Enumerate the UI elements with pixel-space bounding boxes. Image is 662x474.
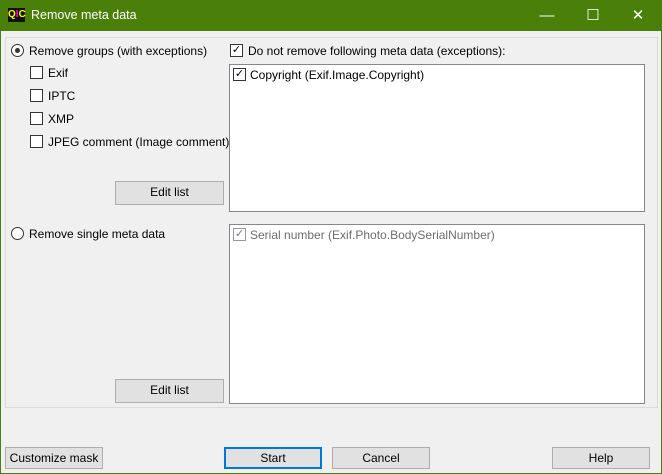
- remove-meta-data-dialog: QIC Remove meta data — ☐ ✕ Remove groups…: [1, 0, 661, 473]
- iptc-checkbox[interactable]: [30, 89, 43, 102]
- edit-single-list-button[interactable]: Edit list: [115, 379, 224, 403]
- app-logo-icon: QIC: [8, 8, 26, 22]
- exif-checkbox[interactable]: [30, 66, 43, 79]
- exif-label: Exif: [48, 66, 69, 80]
- window-title: Remove meta data: [31, 8, 137, 22]
- jpeg-comment-checkbox[interactable]: [30, 135, 43, 148]
- remove-single-label: Remove single meta data: [29, 227, 166, 241]
- remove-single-radio[interactable]: [11, 227, 24, 240]
- exceptions-checkbox[interactable]: ✓: [230, 44, 243, 57]
- title-bar: QIC Remove meta data — ☐ ✕: [1, 0, 661, 31]
- xmp-checkbox[interactable]: [30, 112, 43, 125]
- copyright-checkbox[interactable]: ✓: [233, 68, 246, 81]
- maximize-icon[interactable]: ☐: [570, 0, 616, 31]
- help-button[interactable]: Help: [552, 447, 650, 469]
- exceptions-list[interactable]: ✓ Copyright (Exif.Image.Copyright): [229, 64, 645, 212]
- start-button[interactable]: Start: [224, 447, 322, 469]
- serial-number-checkbox[interactable]: ✓: [233, 228, 246, 241]
- cancel-button[interactable]: Cancel: [332, 447, 430, 469]
- jpeg-comment-label: JPEG comment (Image comment): [48, 135, 230, 149]
- customize-mask-button[interactable]: Customize mask: [5, 447, 103, 469]
- list-item[interactable]: Serial number (Exif.Photo.BodySerialNumb…: [250, 228, 495, 242]
- close-icon[interactable]: ✕: [615, 0, 661, 31]
- single-meta-list[interactable]: ✓ Serial number (Exif.Photo.BodySerialNu…: [229, 224, 645, 404]
- minimize-icon[interactable]: —: [524, 0, 570, 31]
- exceptions-label: Do not remove following meta data (excep…: [248, 44, 506, 58]
- iptc-label: IPTC: [48, 89, 76, 103]
- remove-groups-radio[interactable]: [11, 44, 24, 57]
- list-item[interactable]: Copyright (Exif.Image.Copyright): [250, 68, 424, 82]
- edit-groups-list-button[interactable]: Edit list: [115, 181, 224, 205]
- xmp-label: XMP: [48, 112, 75, 126]
- remove-groups-label: Remove groups (with exceptions): [29, 44, 208, 58]
